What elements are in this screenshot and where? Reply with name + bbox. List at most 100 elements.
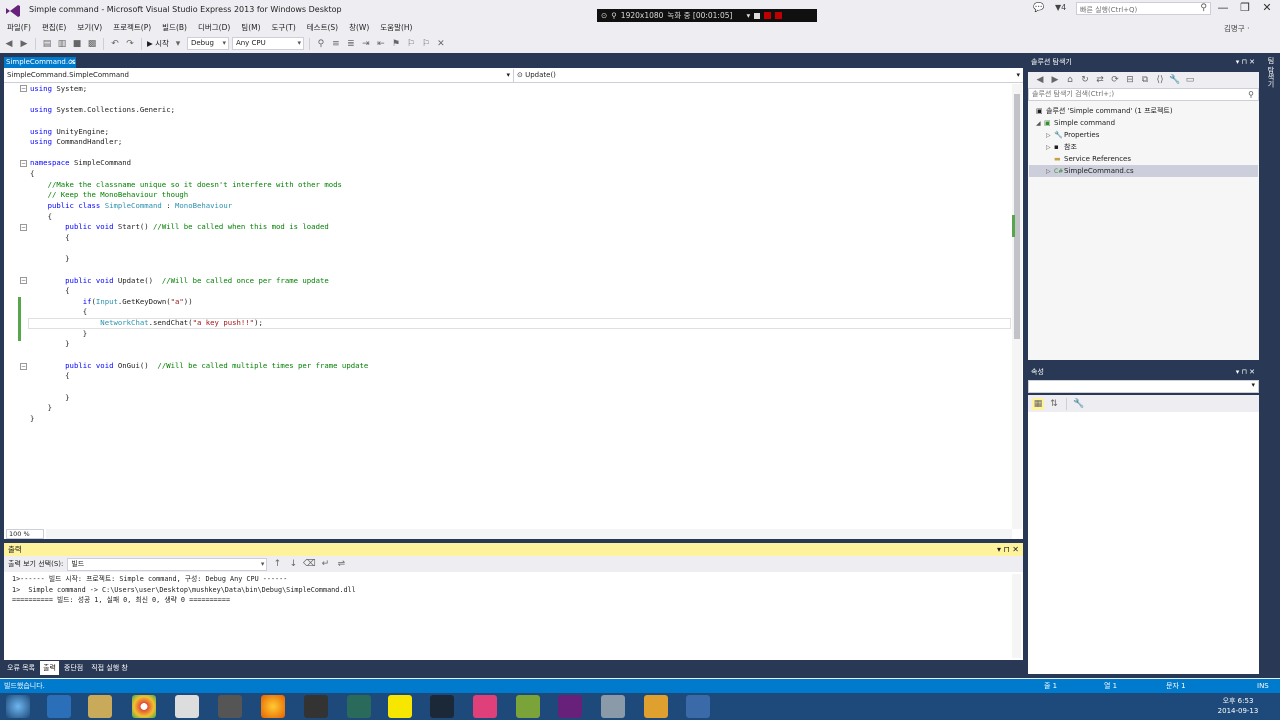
alphabetical-icon[interactable]: ⇅	[1048, 398, 1060, 410]
output-source-select[interactable]: 빌드	[67, 557, 268, 571]
collapse-icon[interactable]: −	[20, 224, 27, 231]
user-name[interactable]: 김명구 ·	[1224, 23, 1249, 34]
undo-icon[interactable]: ↶	[109, 38, 121, 50]
internet-explorer-icon[interactable]	[47, 695, 71, 718]
properties-header[interactable]: 속성 ▾ ⊓ ✕	[1028, 367, 1259, 378]
comment-icon[interactable]: ≡	[330, 38, 342, 50]
code-line[interactable]: public void OnGui() //Will be called mul…	[30, 361, 1010, 372]
stop-icon[interactable]	[775, 12, 783, 19]
code-line[interactable]: using UnityEngine;	[30, 127, 1010, 138]
clear-bookmarks-icon[interactable]: ✕	[435, 38, 447, 50]
sync-icon[interactable]: ⇄	[1094, 74, 1106, 86]
bookmark-icon[interactable]: ⚑	[390, 38, 402, 50]
close-button[interactable]: ✕	[1256, 1, 1278, 16]
forward-icon[interactable]: ▶	[18, 38, 30, 50]
app-icon[interactable]	[304, 695, 328, 718]
code-line[interactable]: // Keep the MonoBehaviour though	[30, 190, 1010, 201]
code-line[interactable]: using CommandHandler;	[30, 137, 1010, 148]
tree-item-references[interactable]: ▷ ▪ 참조	[1046, 141, 1077, 153]
code-line[interactable]: if(Input.GetKeyDown("a"))	[30, 297, 1010, 308]
code-line[interactable]: using System;	[30, 84, 1010, 95]
menu-view[interactable]: 보기(V)	[74, 20, 105, 35]
menu-tools[interactable]: 도구(T)	[269, 20, 299, 35]
property-pages-icon[interactable]: 🔧	[1073, 398, 1085, 410]
code-line[interactable]: }	[30, 254, 1010, 265]
forward-icon[interactable]: ▶	[1049, 74, 1061, 86]
code-line[interactable]: public void Start() //Will be called whe…	[30, 222, 1010, 233]
save-all-icon[interactable]: ▩	[86, 38, 98, 50]
menu-team[interactable]: 팀(M)	[238, 20, 263, 35]
start-button[interactable]: ▶ 시작	[147, 38, 169, 49]
outdent-icon[interactable]: ⇤	[375, 38, 387, 50]
app-icon[interactable]	[644, 695, 668, 718]
tree-item-service-references[interactable]: ▬ Service References	[1054, 153, 1131, 165]
menu-edit[interactable]: 편집(E)	[39, 20, 69, 35]
properties-icon[interactable]: 🔧	[1169, 74, 1181, 86]
tree-item-solution[interactable]: ▣ 솔루션 'Simple command' (1 프로젝트)	[1036, 105, 1173, 117]
code-line[interactable]: namespace SimpleCommand	[30, 158, 1010, 169]
steam-icon[interactable]	[430, 695, 454, 718]
properties-object-select[interactable]: ▾	[1028, 380, 1259, 393]
panel-controls[interactable]: ▾ ⊓ ✕	[997, 543, 1019, 556]
code-line[interactable]: }	[30, 414, 1010, 425]
tab-immediate-window[interactable]: 직접 실행 창	[88, 661, 131, 675]
back-icon[interactable]: ◀	[3, 38, 15, 50]
word-wrap-icon[interactable]: ↵	[319, 558, 331, 570]
tree-item-properties[interactable]: ▷ 🔧Properties	[1046, 129, 1099, 141]
code-line[interactable]	[30, 265, 1010, 276]
code-line[interactable]: {	[30, 233, 1010, 244]
clear-all-icon[interactable]: ⌫	[303, 558, 316, 570]
tab-simplecommand-cs[interactable]: SimpleCommand.cs	[4, 57, 76, 68]
goto-next-icon[interactable]: ↓	[287, 558, 299, 570]
uncomment-icon[interactable]: ≣	[345, 38, 357, 50]
code-line[interactable]: public class SimpleCommand : MonoBehavio…	[30, 201, 1010, 212]
preview-icon[interactable]: ▭	[1184, 74, 1196, 86]
code-line[interactable]	[30, 244, 1010, 255]
show-all-icon[interactable]: ⧉	[1139, 74, 1151, 86]
output-scrollbar[interactable]	[1012, 574, 1021, 658]
prev-bookmark-icon[interactable]: ⚐	[420, 38, 432, 50]
solution-search-input[interactable]: 솔루션 탐색기 검색(Ctrl+;) ⚲	[1028, 88, 1259, 101]
save-icon[interactable]: ■	[71, 38, 83, 50]
type-navigation-select[interactable]: SimpleCommand.SimpleCommand ▾	[4, 69, 514, 83]
collapse-icon[interactable]: −	[20, 85, 27, 92]
new-project-icon[interactable]: ▤	[41, 38, 53, 50]
code-line[interactable]	[30, 95, 1010, 106]
collapse-all-icon[interactable]: ⊟	[1124, 74, 1136, 86]
editor-horizontal-scrollbar[interactable]	[46, 529, 1012, 539]
collapse-icon[interactable]: −	[20, 160, 27, 167]
redo-icon[interactable]: ↷	[124, 38, 136, 50]
code-line[interactable]: NetworkChat.sendChat("a key push!!");	[30, 318, 1010, 329]
output-text[interactable]: 1>------ 빌드 시작: 프로젝트: Simple command, 구성…	[4, 572, 1023, 660]
tab-output[interactable]: 출력	[40, 661, 59, 675]
find-icon[interactable]: ⚲	[315, 38, 327, 50]
dropdown-icon[interactable]: ▾	[746, 11, 750, 20]
app-icon[interactable]	[516, 695, 540, 718]
solution-explorer-header[interactable]: 솔루션 탐색기 ▾ ⊓ ✕	[1028, 57, 1259, 68]
code-line[interactable]: }	[30, 393, 1010, 404]
file-explorer-icon[interactable]	[88, 695, 112, 718]
system-clock[interactable]: 오후 6:53 2014-09-13	[1216, 696, 1260, 716]
code-line[interactable]: {	[30, 169, 1010, 180]
tab-breakpoints[interactable]: 중단점	[61, 661, 86, 675]
code-line[interactable]: using System.Collections.Generic;	[30, 105, 1010, 116]
collapsed-icon[interactable]: ▷	[1046, 142, 1054, 154]
view-code-icon[interactable]: ⟨⟩	[1154, 74, 1166, 86]
code-line[interactable]: }	[30, 329, 1010, 340]
output-panel-header[interactable]: 출력 ▾ ⊓ ✕	[4, 543, 1023, 556]
media-player-icon[interactable]	[473, 695, 497, 718]
pause-icon[interactable]	[764, 12, 772, 19]
open-file-icon[interactable]: ▥	[56, 38, 68, 50]
code-line[interactable]	[30, 148, 1010, 159]
menu-build[interactable]: 빌드(B)	[159, 20, 190, 35]
member-navigation-select[interactable]: ⊙ Update() ▾	[514, 69, 1023, 83]
configuration-select[interactable]: Debug	[186, 37, 229, 50]
app-icon[interactable]	[175, 695, 199, 718]
start-button-icon[interactable]	[6, 695, 30, 718]
notification-icon[interactable]: 💬	[1033, 3, 1044, 13]
platform-select[interactable]: Any CPU	[231, 37, 304, 50]
menu-window[interactable]: 창(W)	[346, 20, 372, 35]
code-line[interactable]: {	[30, 212, 1010, 223]
camera-icon[interactable]	[754, 12, 761, 19]
home-icon[interactable]: ⌂	[1064, 74, 1076, 86]
